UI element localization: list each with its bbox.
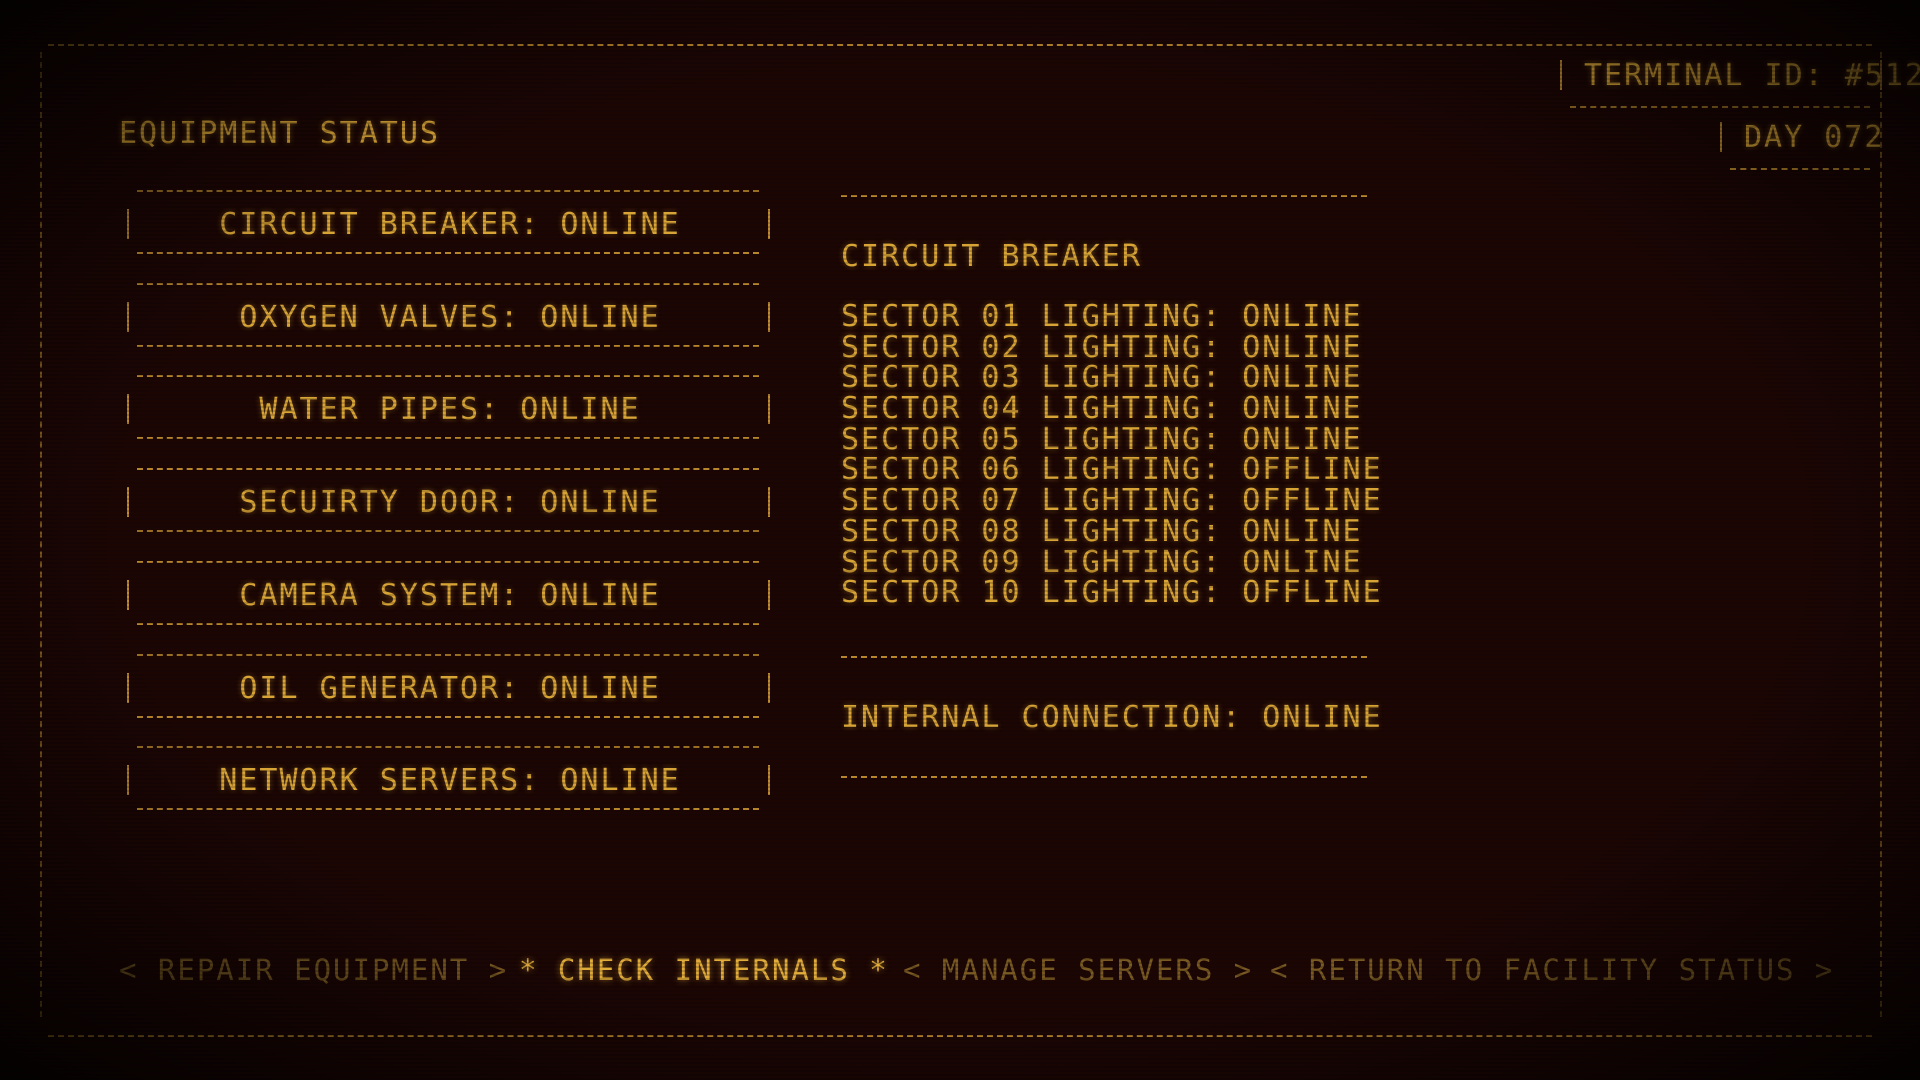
- check-internals-button[interactable]: * CHECK INTERNALS *: [519, 956, 889, 985]
- equipment-item-label: SECUIRTY DOOR: ONLINE: [130, 488, 770, 518]
- sector-status-row: SECTOR 05 LIGHTING: ONLINE: [841, 425, 1383, 456]
- sector-status-row: SECTOR 02 LIGHTING: ONLINE: [841, 333, 1383, 364]
- page-title: EQUIPMENT STATUS: [119, 119, 440, 149]
- detail-bottom-divider: [841, 776, 1367, 778]
- equipment-item-label: NETWORK SERVERS: ONLINE: [130, 766, 770, 796]
- return-to-facility-status-button[interactable]: < RETURN TO FACILITY STATUS >: [1270, 956, 1834, 985]
- equipment-item-label: CAMERA SYSTEM: ONLINE: [130, 581, 770, 611]
- equipment-item-bottom-border: [137, 808, 759, 810]
- equipment-item-top-border: [137, 561, 759, 563]
- equipment-item-label: OIL GENERATOR: ONLINE: [130, 674, 770, 704]
- sector-status-row: SECTOR 07 LIGHTING: OFFLINE: [841, 486, 1383, 517]
- equipment-item-bottom-border: [137, 623, 759, 625]
- equipment-item-left-border: [127, 580, 129, 610]
- equipment-item-left-border: [127, 765, 129, 795]
- terminal-id-divider: [1560, 60, 1562, 90]
- frame-top-border: [48, 44, 1872, 46]
- equipment-item-left-border: [127, 487, 129, 517]
- sector-status-row: SECTOR 08 LIGHTING: ONLINE: [841, 517, 1383, 548]
- frame-left-border: [40, 52, 42, 1017]
- equipment-item-top-border: [137, 468, 759, 470]
- equipment-item-top-border: [137, 283, 759, 285]
- equipment-item-right-border: [768, 394, 770, 424]
- sector-status-row: SECTOR 03 LIGHTING: ONLINE: [841, 363, 1383, 394]
- equipment-item-top-border: [137, 654, 759, 656]
- sector-status-row: SECTOR 06 LIGHTING: OFFLINE: [841, 455, 1383, 486]
- frame-right-border: [1880, 52, 1882, 1017]
- terminal-screen: EQUIPMENT STATUS TERMINAL ID: #512 DAY 0…: [0, 0, 1920, 1080]
- sector-status-row: SECTOR 04 LIGHTING: ONLINE: [841, 394, 1383, 425]
- terminal-id: TERMINAL ID: #512: [1584, 61, 1920, 91]
- detail-middle-divider: [841, 656, 1367, 658]
- sector-status-row: SECTOR 01 LIGHTING: ONLINE: [841, 302, 1383, 333]
- day-underline: [1730, 168, 1870, 170]
- sector-status-row: SECTOR 10 LIGHTING: OFFLINE: [841, 578, 1383, 609]
- internal-connection-status: INTERNAL CONNECTION: ONLINE: [841, 703, 1383, 733]
- equipment-item-label: WATER PIPES: ONLINE: [130, 395, 770, 425]
- equipment-item-right-border: [768, 580, 770, 610]
- sector-status-row: SECTOR 09 LIGHTING: ONLINE: [841, 548, 1383, 579]
- equipment-item-left-border: [127, 673, 129, 703]
- detail-title: CIRCUIT BREAKER: [841, 242, 1142, 272]
- detail-top-divider: [841, 195, 1367, 197]
- equipment-item-right-border: [768, 673, 770, 703]
- equipment-item-top-border: [137, 375, 759, 377]
- terminal-id-right-divider: [1880, 60, 1882, 90]
- equipment-item-left-border: [127, 394, 129, 424]
- day-divider: [1720, 122, 1722, 152]
- equipment-item-label: OXYGEN VALVES: ONLINE: [130, 303, 770, 333]
- frame-bottom-border: [48, 1035, 1872, 1037]
- manage-servers-button[interactable]: < MANAGE SERVERS >: [903, 956, 1253, 985]
- equipment-item-bottom-border: [137, 716, 759, 718]
- equipment-item-right-border: [768, 209, 770, 239]
- sector-list: SECTOR 01 LIGHTING: ONLINESECTOR 02 LIGH…: [841, 302, 1383, 609]
- equipment-item-bottom-border: [137, 437, 759, 439]
- day-counter: DAY 072: [1744, 123, 1884, 153]
- equipment-item-left-border: [127, 209, 129, 239]
- equipment-item-right-border: [768, 487, 770, 517]
- equipment-item-label: CIRCUIT BREAKER: ONLINE: [130, 210, 770, 240]
- equipment-item-top-border: [137, 746, 759, 748]
- equipment-item-left-border: [127, 302, 129, 332]
- terminal-id-underline: [1570, 106, 1870, 108]
- equipment-item-top-border: [137, 190, 759, 192]
- equipment-item-right-border: [768, 302, 770, 332]
- equipment-item-bottom-border: [137, 345, 759, 347]
- equipment-item-bottom-border: [137, 530, 759, 532]
- equipment-item-bottom-border: [137, 252, 759, 254]
- equipment-item-right-border: [768, 765, 770, 795]
- repair-equipment-button[interactable]: < REPAIR EQUIPMENT >: [119, 956, 508, 985]
